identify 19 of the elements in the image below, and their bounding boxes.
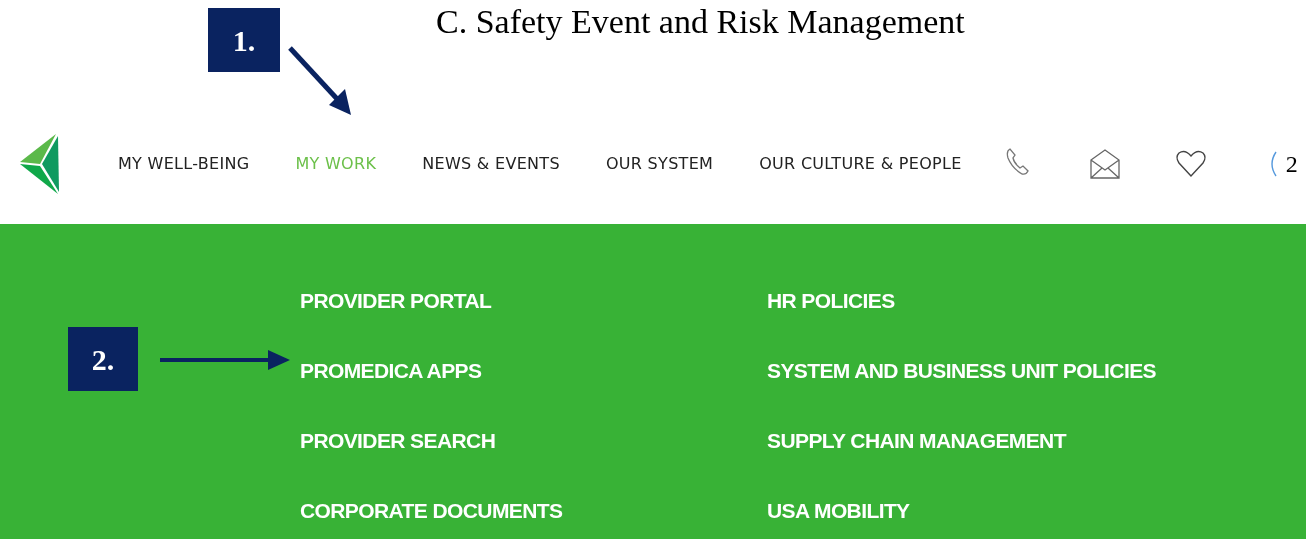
menu-link[interactable]: USA MOBILITY: [767, 498, 910, 524]
menu-link[interactable]: SYSTEM AND BUSINESS UNIT POLICIES: [767, 358, 1156, 384]
step-label: 1.: [208, 8, 280, 72]
nav-link[interactable]: OUR SYSTEM: [605, 152, 714, 176]
nav-link[interactable]: MY WELL-BEING: [118, 152, 250, 176]
menu-link[interactable]: PROVIDER PORTAL: [300, 288, 492, 314]
menu-link[interactable]: HR POLICIES: [767, 288, 895, 314]
page-heading: C. Safety Event and Risk Management: [436, 3, 965, 40]
logo-icon[interactable]: [20, 134, 60, 194]
nav-link[interactable]: MY WORK: [295, 152, 377, 176]
arrow: [287, 45, 353, 117]
cart-count: 2: [1285, 150, 1298, 179]
menu-link[interactable]: PROMEDICA APPS: [300, 358, 482, 384]
nav-link[interactable]: OUR CULTURE & PEOPLE: [759, 152, 962, 176]
menu-link[interactable]: PROVIDER SEARCH: [300, 428, 496, 454]
nav-link[interactable]: NEWS & EVENTS: [422, 152, 560, 176]
step-label: 2.: [68, 327, 138, 391]
menu-link[interactable]: CORPORATE DOCUMENTS: [300, 498, 563, 524]
menu-link[interactable]: SUPPLY CHAIN MANAGEMENT: [767, 428, 1066, 454]
